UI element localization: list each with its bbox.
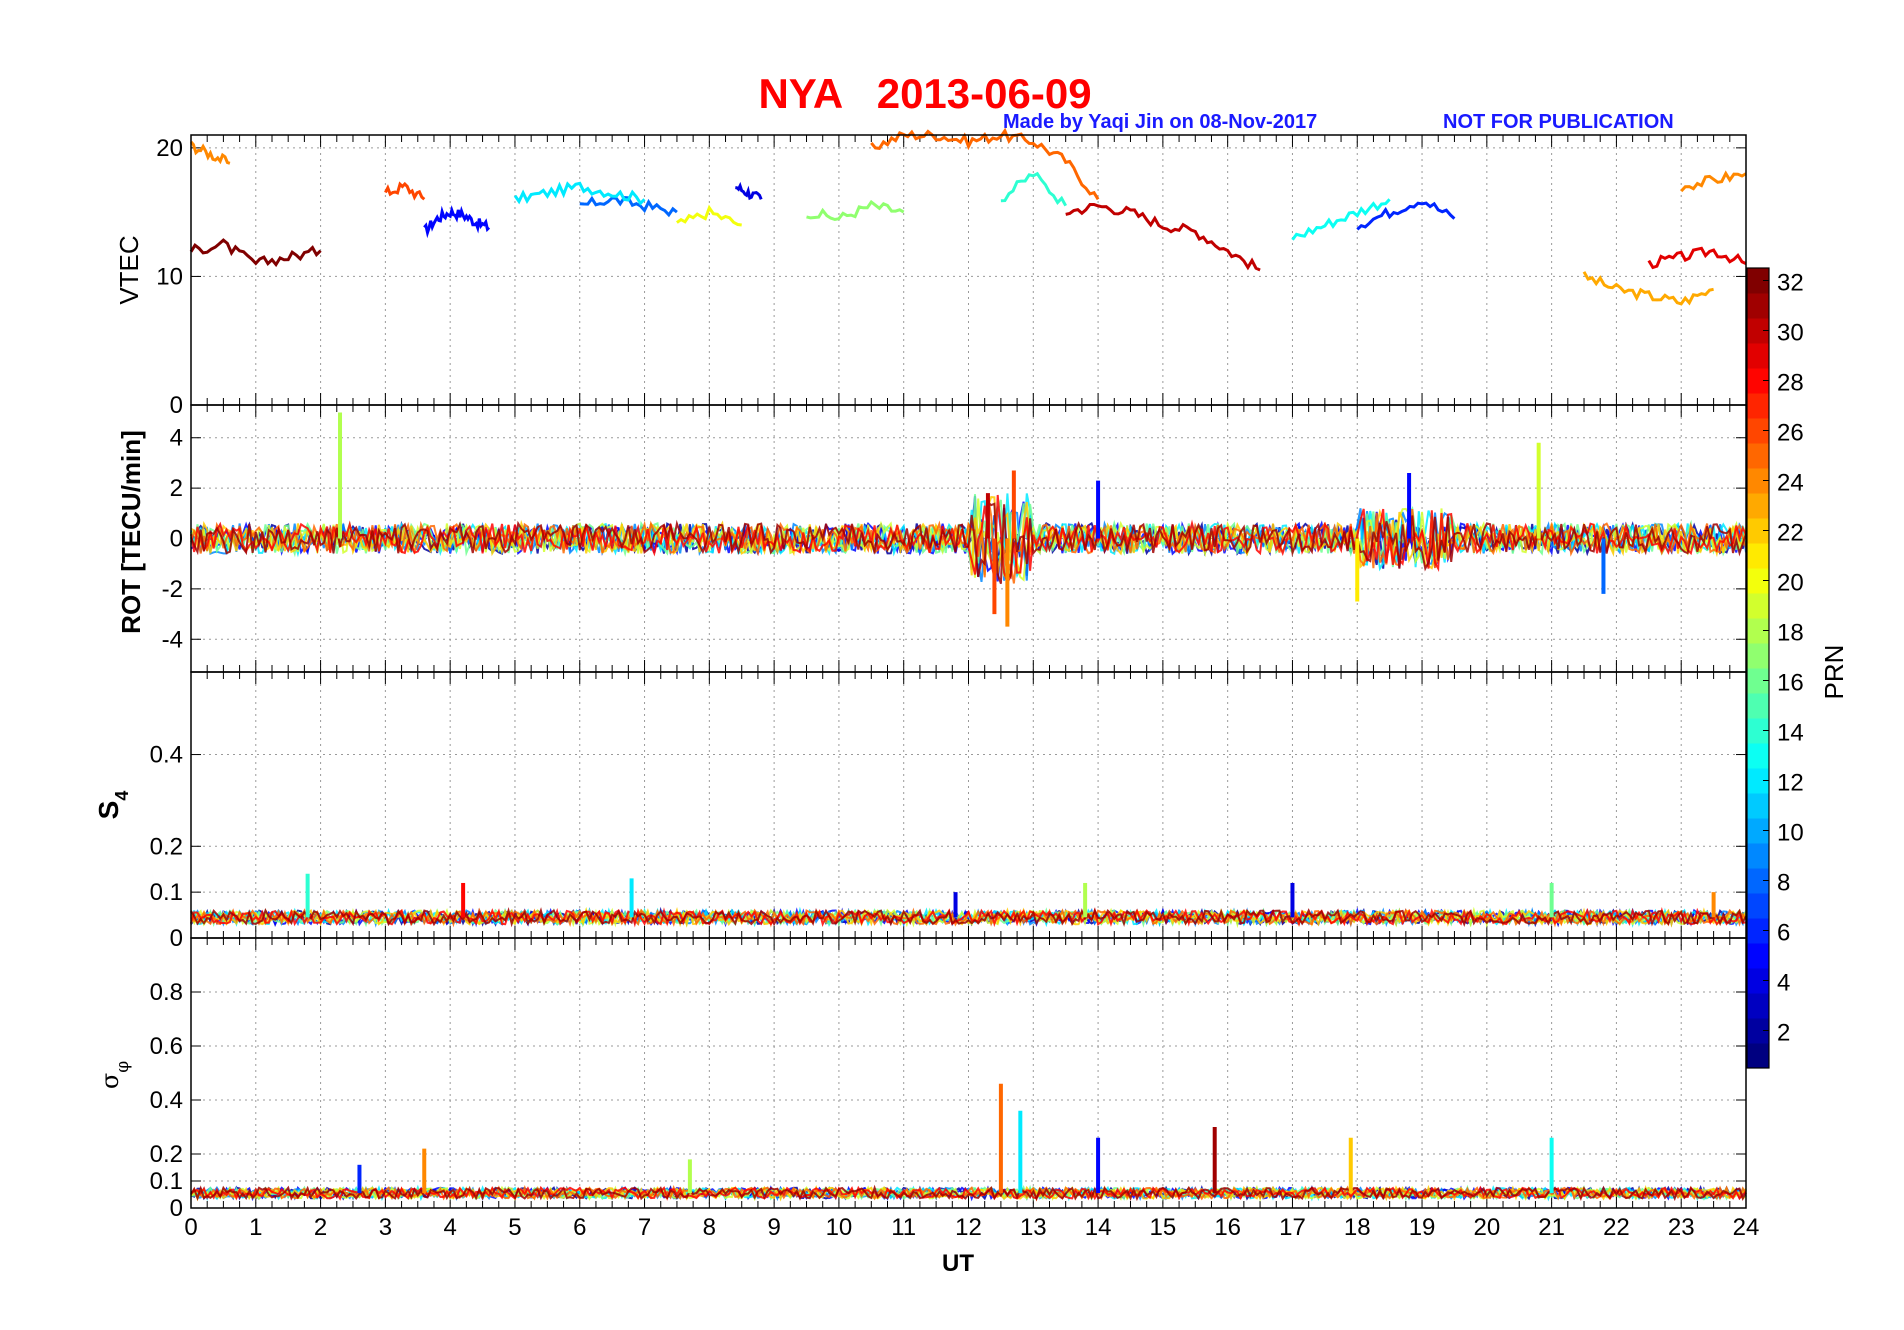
y-tick-label: 10 (156, 263, 183, 290)
x-tick-label: 13 (1020, 1214, 1047, 1241)
x-tick-label: 5 (508, 1214, 521, 1241)
figure-title: NYA 2013-06-09 (758, 70, 1091, 117)
y-tick-label: 0.1 (150, 879, 183, 906)
colorbar-segment (1747, 393, 1769, 419)
colorbar-segment (1747, 593, 1769, 619)
x-tick-label: 9 (767, 1214, 780, 1241)
x-tick-label: 16 (1214, 1214, 1241, 1241)
x-tick-label: 15 (1150, 1214, 1177, 1241)
colorbar-tick-label: 6 (1777, 920, 1790, 947)
colorbar-segment (1747, 743, 1769, 769)
x-tick-label: 20 (1473, 1214, 1500, 1241)
y-tick-label: -2 (162, 576, 183, 603)
colorbar-segment (1747, 293, 1769, 319)
x-tick-label: 14 (1085, 1214, 1112, 1241)
colorbar-tick-label: 26 (1777, 420, 1804, 447)
colorbar-tick-label: 10 (1777, 820, 1804, 847)
colorbar-segment (1747, 943, 1769, 969)
y-tick-label: 0.4 (150, 1087, 183, 1114)
y-tick-label: 0.1 (150, 1168, 183, 1195)
x-tick-label: 8 (703, 1214, 716, 1241)
x-tick-label: 17 (1279, 1214, 1306, 1241)
y-tick-label: 0.6 (150, 1033, 183, 1060)
colorbar-tick-label: 18 (1777, 620, 1804, 647)
x-tick-label: 0 (184, 1214, 197, 1241)
colorbar-segment (1747, 343, 1769, 369)
y-tick-label: 0.2 (150, 833, 183, 860)
colorbar-segment (1747, 843, 1769, 869)
colorbar-segment (1747, 893, 1769, 919)
x-tick-label: 19 (1409, 1214, 1436, 1241)
colorbar-tick-label: 14 (1777, 720, 1804, 747)
colorbar-segment (1747, 493, 1769, 519)
x-axis-label: UT (942, 1250, 974, 1277)
colorbar-segment (1747, 1043, 1769, 1069)
notice-text: NOT FOR PUBLICATION (1443, 111, 1674, 133)
colorbar-segment (1747, 443, 1769, 469)
x-tick-label: 4 (443, 1214, 456, 1241)
x-tick-label: 1 (249, 1214, 262, 1241)
colorbar-segment (1747, 793, 1769, 819)
y-tick-label: 0.8 (150, 979, 183, 1006)
colorbar-segment (1747, 993, 1769, 1019)
y-tick-label: 4 (170, 425, 183, 452)
y-tick-label: -4 (162, 626, 183, 653)
y-tick-label: 0 (170, 1195, 183, 1222)
colorbar-label: PRN (1819, 645, 1849, 700)
x-tick-label: 22 (1603, 1214, 1630, 1241)
colorbar-tick-label: 16 (1777, 670, 1804, 697)
x-tick-label: 10 (826, 1214, 853, 1241)
rot-ylabel: ROT [TECU/min] (116, 430, 146, 634)
colorbar-tick-label: 22 (1777, 520, 1804, 547)
x-tick-label: 23 (1668, 1214, 1695, 1241)
figure: NYA 2013-06-09 Made by Yaqi Jin on 08-No… (0, 0, 1904, 1330)
x-tick-label: 21 (1538, 1214, 1565, 1241)
y-tick-label: 0.2 (150, 1141, 183, 1168)
x-tick-label: 12 (955, 1214, 982, 1241)
y-tick-label: 2 (170, 475, 183, 502)
x-tick-label: 3 (379, 1214, 392, 1241)
credit-text: Made by Yaqi Jin on 08-Nov-2017 (1003, 111, 1317, 133)
y-tick-label: 20 (156, 135, 183, 162)
colorbar-tick-label: 30 (1777, 320, 1804, 347)
colorbar-segment (1747, 693, 1769, 719)
y-tick-label: 0 (170, 925, 183, 952)
colorbar-tick-label: 28 (1777, 370, 1804, 397)
colorbar-tick-label: 2 (1777, 1020, 1790, 1047)
y-tick-label: 0 (170, 392, 183, 419)
x-tick-label: 6 (573, 1214, 586, 1241)
x-tick-label: 18 (1344, 1214, 1371, 1241)
colorbar-segment (1747, 543, 1769, 569)
y-tick-label: 0.4 (150, 742, 183, 769)
y-tick-label: 0 (170, 526, 183, 553)
colorbar-tick-label: 20 (1777, 570, 1804, 597)
colorbar-tick-label: 24 (1777, 470, 1804, 497)
colorbar-tick-label: 32 (1777, 270, 1804, 297)
vtec-ylabel: VTEC (114, 235, 144, 304)
x-tick-label: 24 (1733, 1214, 1760, 1241)
x-tick-label: 2 (314, 1214, 327, 1241)
colorbar-tick-label: 4 (1777, 970, 1790, 997)
x-tick-label: 11 (891, 1214, 916, 1241)
colorbar-tick-label: 12 (1777, 770, 1804, 797)
colorbar-segment (1747, 643, 1769, 669)
colorbar-tick-label: 8 (1777, 870, 1790, 897)
x-tick-label: 7 (638, 1214, 651, 1241)
